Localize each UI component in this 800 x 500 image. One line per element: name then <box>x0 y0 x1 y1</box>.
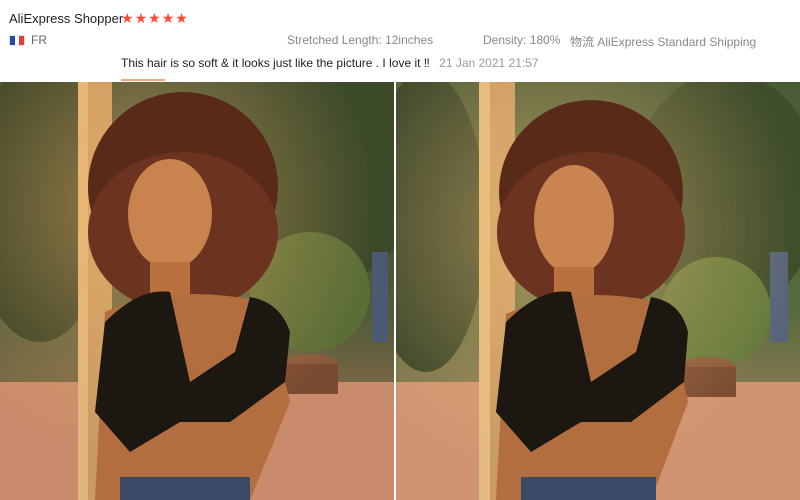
sku-length: Stretched Length: 12inches <box>287 33 433 47</box>
review-photo-1[interactable] <box>0 82 394 500</box>
sku-density-label: Density: <box>483 33 527 47</box>
sku-length-value: 12inches <box>385 33 434 47</box>
star-rating: ★ ★ ★ ★ ★ <box>121 10 188 26</box>
review-photo-2[interactable] <box>396 82 800 500</box>
review-photos <box>0 82 800 500</box>
reviewer-country: FR <box>9 33 47 47</box>
active-tab-indicator <box>121 79 165 81</box>
star-icon: ★ <box>148 10 161 26</box>
photo-2-image <box>396 82 800 500</box>
star-icon: ★ <box>175 10 188 26</box>
sku-length-label: Stretched Length: <box>287 33 382 47</box>
sku-shipping: 物流 AliExpress Standard Shipping <box>570 33 756 50</box>
sku-shipping-value: AliExpress Standard Shipping <box>597 35 757 49</box>
star-icon: ★ <box>121 10 134 26</box>
star-icon: ★ <box>134 10 148 26</box>
france-flag-icon <box>9 34 25 46</box>
review-text: This hair is so soft & it looks just lik… <box>121 56 430 70</box>
star-icon: ★ <box>161 10 175 26</box>
sku-density: Density: 180% <box>483 33 560 47</box>
country-code: FR <box>31 33 47 47</box>
review-header: AliExpress Shopper ★ ★ ★ ★ ★ FR Stretched Le… <box>0 0 800 82</box>
sku-density-value: 180% <box>529 33 561 47</box>
review-date: 21 Jan 2021 21:57 <box>439 56 539 70</box>
review-body: This hair is so soft & it looks just lik… <box>121 56 539 70</box>
reviewer-name: AliExpress Shopper <box>9 11 124 26</box>
photo-1-image <box>0 82 394 500</box>
sku-shipping-label: 物流 <box>570 35 595 49</box>
